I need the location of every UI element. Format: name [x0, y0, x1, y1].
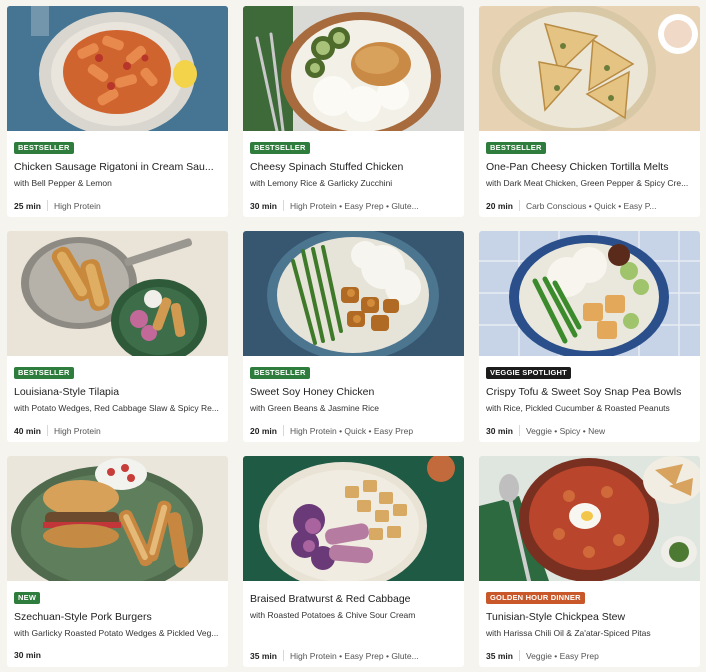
cook-time: 20 min — [250, 425, 277, 436]
cook-time: 35 min — [250, 650, 277, 661]
recipe-subtitle: with Green Beans & Jasmine Rice — [250, 403, 379, 413]
recipe-title[interactable]: Szechuan-Style Pork Burgers — [14, 611, 221, 624]
recipe-subtitle: with Lemony Rice & Garlicky Zucchini — [250, 178, 393, 188]
divider — [46, 425, 48, 436]
recipe-meta: 20 min Carb Conscious • Quick • Easy P..… — [486, 200, 694, 211]
divider — [518, 650, 520, 661]
recipe-image[interactable] — [7, 231, 228, 356]
recipe-title[interactable]: Braised Bratwurst & Red Cabbage — [250, 593, 457, 606]
recipe-tags: High Protein — [53, 425, 101, 436]
recipe-tags: Carb Conscious • Quick • Easy P... — [525, 200, 657, 211]
recipe-image[interactable] — [243, 456, 464, 581]
recipe-tags: High Protein • Quick • Easy Prep — [289, 425, 414, 436]
recipe-image[interactable] — [479, 6, 700, 131]
recipe-meta: 30 min — [14, 650, 222, 660]
cook-time: 40 min — [14, 425, 41, 436]
recipe-subtitle: with Harissa Chili Oil & Za'atar-Spiced … — [486, 628, 651, 638]
recipe-card[interactable]: NEW Szechuan-Style Pork Burgers with Gar… — [7, 456, 228, 667]
cook-time: 35 min — [486, 650, 513, 661]
recipe-tags: High Protein — [53, 200, 101, 211]
recipe-card[interactable]: BESTSELLER Sweet Soy Honey Chicken with … — [243, 231, 464, 442]
recipe-title[interactable]: Louisiana-Style Tilapia — [14, 386, 221, 399]
recipe-meta: 20 min High Protein • Quick • Easy Prep — [250, 425, 458, 436]
recipe-subtitle: with Garlicky Roasted Potato Wedges & Pi… — [14, 628, 219, 638]
cook-time: 20 min — [486, 200, 513, 211]
divider — [282, 425, 284, 436]
recipe-card[interactable]: Braised Bratwurst & Red Cabbage with Roa… — [243, 456, 464, 667]
cook-time: 25 min — [14, 200, 41, 211]
divider — [282, 200, 284, 211]
recipe-image[interactable] — [479, 231, 700, 356]
recipe-card[interactable]: VEGGIE SPOTLIGHT Crispy Tofu & Sweet Soy… — [479, 231, 700, 442]
cook-time: 30 min — [250, 200, 277, 211]
recipe-tags: High Protein • Easy Prep • Glute... — [289, 200, 419, 211]
recipe-badge: VEGGIE SPOTLIGHT — [486, 367, 571, 379]
recipe-title[interactable]: Cheesy Spinach Stuffed Chicken — [250, 161, 457, 174]
recipe-meta: 35 min High Protein • Easy Prep • Glute.… — [250, 650, 458, 661]
recipe-image[interactable] — [243, 231, 464, 356]
recipe-badge: BESTSELLER — [250, 142, 310, 154]
recipe-tags: High Protein • Easy Prep • Glute... — [289, 650, 419, 661]
recipe-badge: BESTSELLER — [14, 142, 74, 154]
recipe-badge: NEW — [14, 592, 41, 604]
recipe-tags: Veggie • Spicy • New — [525, 425, 606, 436]
recipe-card[interactable]: GOLDEN HOUR DINNER Tunisian-Style Chickp… — [479, 456, 700, 667]
recipe-image[interactable] — [7, 456, 228, 581]
recipe-badge: GOLDEN HOUR DINNER — [486, 592, 585, 604]
recipe-subtitle: with Roasted Potatoes & Chive Sour Cream — [250, 610, 416, 620]
divider — [282, 650, 284, 661]
recipe-image[interactable] — [243, 6, 464, 131]
recipe-title[interactable]: Sweet Soy Honey Chicken — [250, 386, 457, 399]
recipe-subtitle: with Potato Wedges, Red Cabbage Slaw & S… — [14, 403, 219, 413]
recipe-meta: 30 min High Protein • Easy Prep • Glute.… — [250, 200, 458, 211]
recipe-title[interactable]: Tunisian-Style Chickpea Stew — [486, 611, 693, 624]
recipe-title[interactable]: One-Pan Cheesy Chicken Tortilla Melts — [486, 161, 693, 174]
cook-time: 30 min — [14, 650, 41, 660]
divider — [46, 200, 48, 211]
recipe-tags: Veggie • Easy Prep — [525, 650, 599, 661]
recipe-image[interactable] — [479, 456, 700, 581]
recipe-meta: 25 min High Protein — [14, 200, 222, 211]
recipe-subtitle: with Dark Meat Chicken, Green Pepper & S… — [486, 178, 689, 188]
recipe-card[interactable]: BESTSELLER Chicken Sausage Rigatoni in C… — [7, 6, 228, 217]
recipe-meta: 35 min Veggie • Easy Prep — [486, 650, 694, 661]
recipe-subtitle: with Rice, Pickled Cucumber & Roasted Pe… — [486, 403, 670, 413]
divider — [518, 200, 520, 211]
cook-time: 30 min — [486, 425, 513, 436]
divider — [518, 425, 520, 436]
recipe-title[interactable]: Chicken Sausage Rigatoni in Cream Sau... — [14, 161, 221, 174]
recipe-card[interactable]: BESTSELLER Cheesy Spinach Stuffed Chicke… — [243, 6, 464, 217]
recipe-badge: BESTSELLER — [14, 367, 74, 379]
recipe-title[interactable]: Crispy Tofu & Sweet Soy Snap Pea Bowls — [486, 386, 693, 399]
recipe-subtitle: with Bell Pepper & Lemon — [14, 178, 112, 188]
recipe-meta: 30 min Veggie • Spicy • New — [486, 425, 694, 436]
recipe-image[interactable] — [7, 6, 228, 131]
recipe-grid: BESTSELLER Chicken Sausage Rigatoni in C… — [0, 0, 706, 672]
recipe-card[interactable]: BESTSELLER One-Pan Cheesy Chicken Tortil… — [479, 6, 700, 217]
recipe-badge: BESTSELLER — [486, 142, 546, 154]
recipe-card[interactable]: BESTSELLER Louisiana-Style Tilapia with … — [7, 231, 228, 442]
recipe-meta: 40 min High Protein — [14, 425, 222, 436]
recipe-badge: BESTSELLER — [250, 367, 310, 379]
